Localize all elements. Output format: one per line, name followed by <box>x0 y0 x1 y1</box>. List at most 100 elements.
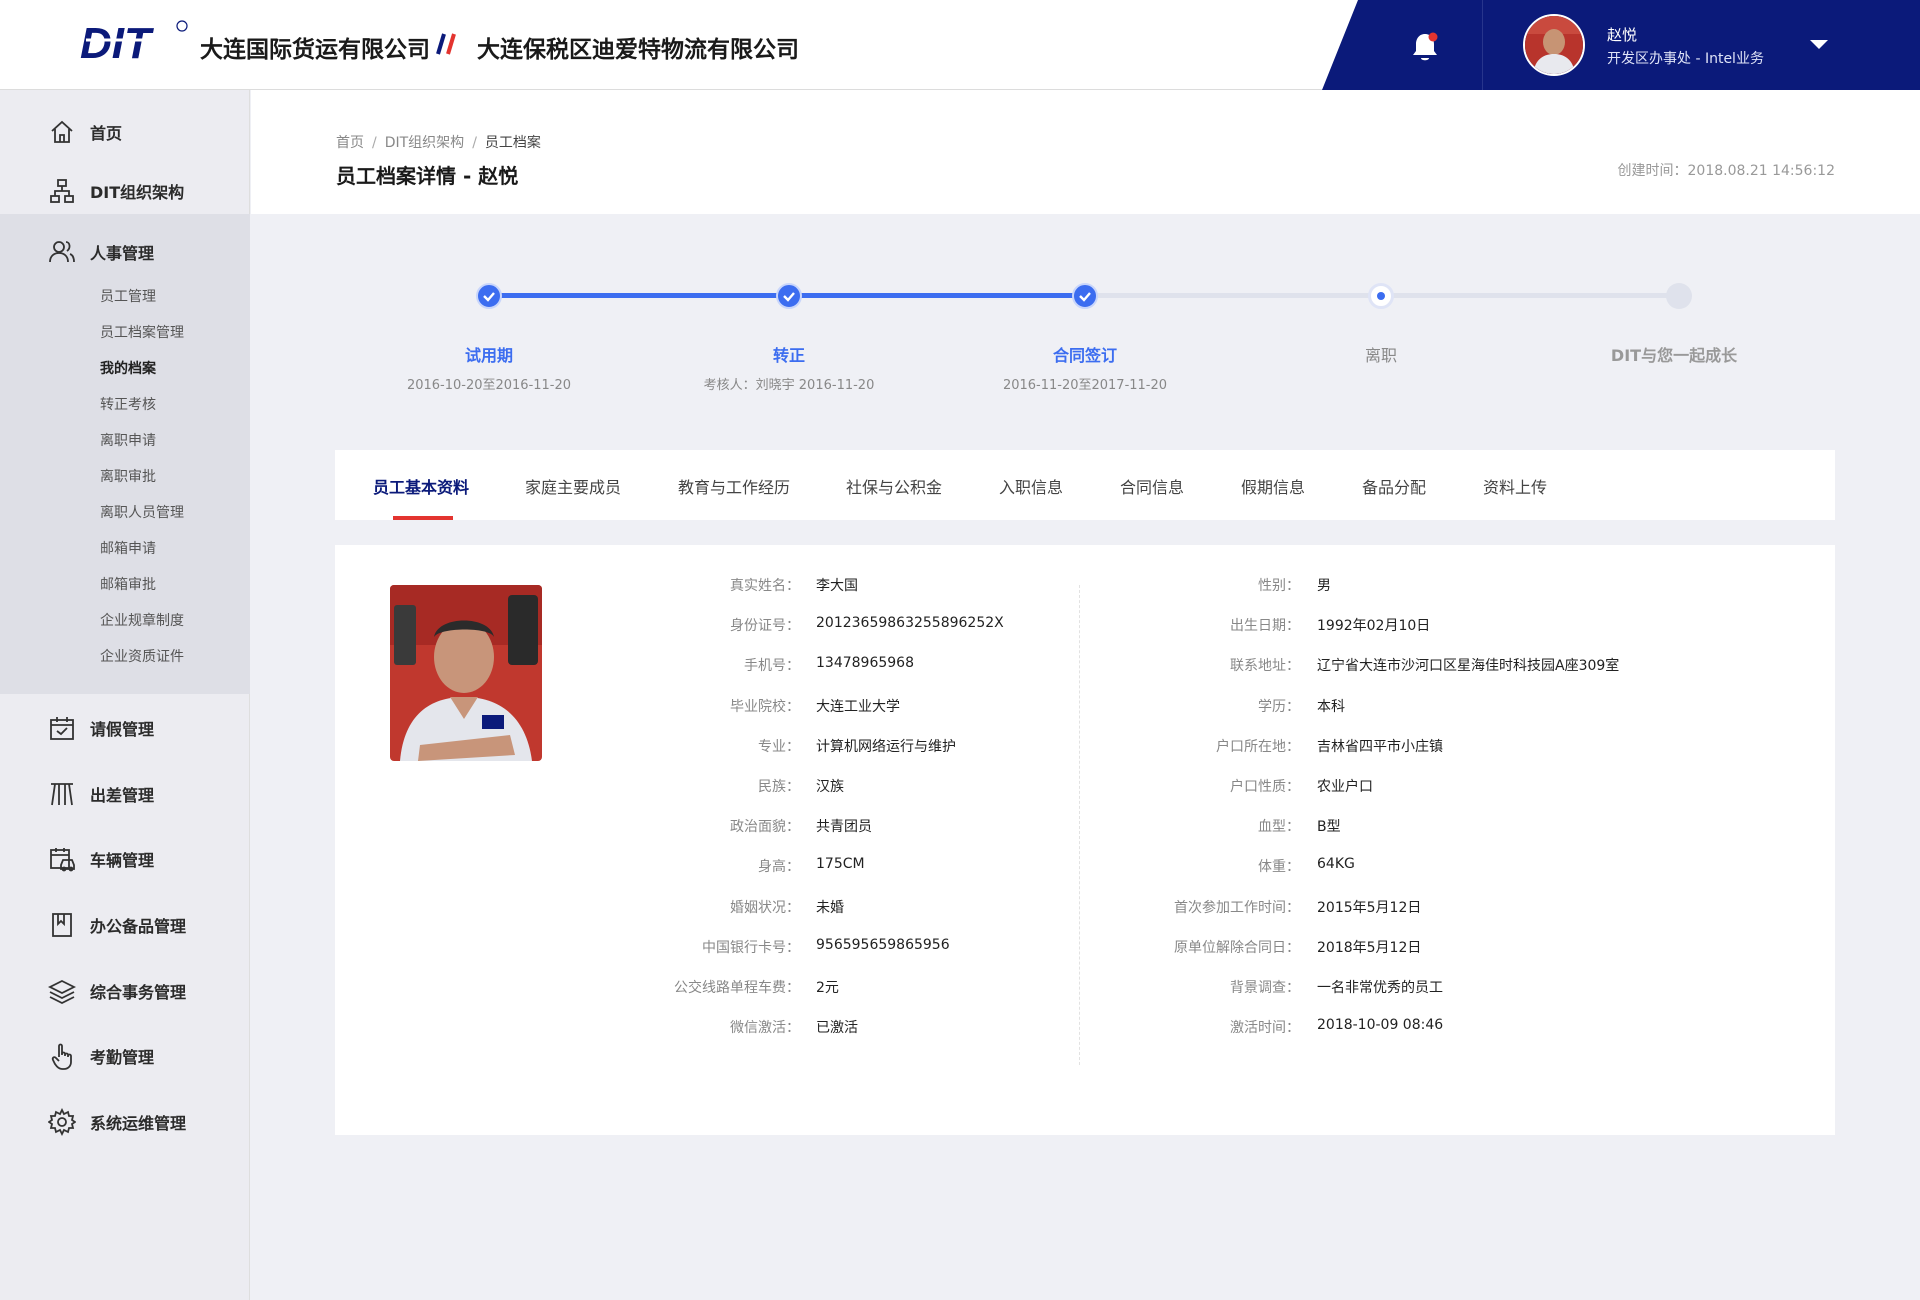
sidebar-item-label: 出差管理 <box>90 786 155 805</box>
step-current-dot <box>1368 283 1394 309</box>
slash-divider-icon <box>436 33 456 55</box>
tab-holiday[interactable]: 假期信息 <box>1241 474 1305 498</box>
field-value: 956595659865956 <box>816 936 950 953</box>
field-label: 身份证号： <box>730 618 800 635</box>
field-label: 体重： <box>1258 859 1300 876</box>
field-value: 计算机网络运行与维护 <box>816 738 956 755</box>
sidebar-item-travel[interactable]: 出差管理 <box>0 766 250 822</box>
field-label: 出生日期： <box>1230 618 1300 635</box>
field-value: 已激活 <box>816 1020 858 1037</box>
profile-card: 真实姓名： 李大国 身份证号： 20123659863255896252X 手机号： 13… <box>335 545 1835 1135</box>
field-value: 一名非常优秀的员工 <box>1317 980 1443 996</box>
field-label: 户口性质： <box>1230 779 1300 795</box>
breadcrumb-org[interactable]: DIT组织架构 <box>385 135 464 151</box>
sidebar-item-office-supplies[interactable]: 办公备品管理 <box>0 897 250 953</box>
step-check-icon <box>1072 283 1098 309</box>
submenu-item-mail-approve[interactable]: 邮箱审批 <box>100 574 156 594</box>
field-label: 真实姓名： <box>730 578 800 594</box>
bell-icon[interactable] <box>1410 30 1440 64</box>
step-subtitle: 考核人：刘晓宇 2016-11-20 <box>703 378 875 393</box>
home-icon <box>51 120 73 143</box>
chevron-down-icon[interactable] <box>1810 40 1828 49</box>
step-todo-dot <box>1666 283 1692 309</box>
page-header: 首页 / DIT组织架构 / 员工档案 员工档案详情 - 赵悦 创建时间：2018.08… <box>251 90 1920 214</box>
field-label: 婚姻状况： <box>730 899 800 916</box>
tab-upload[interactable]: 资料上传 <box>1483 474 1547 498</box>
submenu-item-resign-apply[interactable]: 离职申请 <box>100 430 156 450</box>
sidebar-item-label: 办公备品管理 <box>90 917 187 936</box>
active-tab-indicator <box>393 516 453 520</box>
breadcrumb-current: 员工档案 <box>484 135 541 151</box>
field-label: 激活时间： <box>1230 1020 1300 1037</box>
sidebar-item-hr[interactable]: 人事管理 <box>0 224 250 280</box>
tab-basic-info[interactable]: 员工基本资料 <box>373 474 469 498</box>
field-label: 政治面貌： <box>730 819 800 836</box>
breadcrumb-separator: / <box>372 135 377 151</box>
submenu-item-employee[interactable]: 员工管理 <box>100 286 156 306</box>
tab-family[interactable]: 家庭主要成员 <box>525 474 621 498</box>
sidebar-item-attendance[interactable]: 考勤管理 <box>0 1028 250 1084</box>
field-value: 共青团员 <box>816 819 872 836</box>
submenu-item-certificates[interactable]: 企业资质证件 <box>100 646 184 666</box>
company-name-1: 大连国际货运有限公司 <box>200 37 430 63</box>
field-value: B型 <box>1317 819 1341 836</box>
status-stepper: 试用期 2016-10-20至2016-11-20 转正 考核人：刘晓宇 201… <box>336 276 1836 406</box>
avatar[interactable] <box>1523 14 1585 76</box>
step-title: DIT与您一起成长 <box>1610 346 1738 365</box>
submenu-item-mail-apply[interactable]: 邮箱申请 <box>100 538 156 558</box>
user-name: 赵悦 <box>1607 26 1638 44</box>
submenu-item-my-archive[interactable]: 我的档案 <box>100 358 156 378</box>
field-value: 2018年5月12日 <box>1317 939 1422 956</box>
sidebar-item-general-affairs[interactable]: 综合事务管理 <box>0 963 250 1019</box>
field-value: 20123659863255896252X <box>816 615 1004 632</box>
field-value: 本科 <box>1317 698 1345 715</box>
tab-supplies[interactable]: 备品分配 <box>1362 474 1426 498</box>
submenu-item-archive-manage[interactable]: 员工档案管理 <box>100 322 184 342</box>
field-value: 2015年5月12日 <box>1317 899 1422 916</box>
field-value: 13478965968 <box>816 655 914 672</box>
sidebar-item-label: 首页 <box>90 124 123 143</box>
sidebar-item-label: 人事管理 <box>90 244 155 263</box>
field-label: 身高： <box>758 859 800 876</box>
field-value: 农业户口 <box>1317 779 1373 795</box>
field-label: 首次参加工作时间： <box>1174 899 1300 916</box>
tab-onboarding[interactable]: 入职信息 <box>999 474 1063 498</box>
company-name-2: 大连保税区迪爱特物流有限公司 <box>477 37 799 63</box>
field-value: 2018-10-09 08:46 <box>1317 1017 1444 1034</box>
layers-icon <box>48 979 76 1005</box>
sidebar-item-leave[interactable]: 请假管理 <box>0 700 250 756</box>
tab-bar: 员工基本资料 家庭主要成员 教育与工作经历 社保与公积金 入职信息 合同信息 假… <box>335 450 1835 520</box>
sidebar-item-org[interactable]: DIT组织架构 <box>0 163 250 219</box>
hand-pointer-icon <box>51 1043 72 1070</box>
dit-logo[interactable]: DIT <box>80 18 188 66</box>
submenu-item-resigned-staff[interactable]: 离职人员管理 <box>100 502 184 522</box>
org-chart-icon <box>50 179 74 203</box>
column-divider <box>1079 585 1080 1065</box>
submenu-item-regulations[interactable]: 企业规章制度 <box>100 610 184 630</box>
sidebar-item-vehicle[interactable]: 车辆管理 <box>0 831 250 887</box>
sidebar-item-home[interactable]: 首页 <box>0 104 250 160</box>
field-value: 175CM <box>816 856 865 873</box>
submenu-item-probation-review[interactable]: 转正考核 <box>100 394 156 414</box>
field-value: 大连工业大学 <box>816 698 900 715</box>
step-title: 离职 <box>1364 346 1397 365</box>
tab-education-work[interactable]: 教育与工作经历 <box>678 474 790 498</box>
field-label: 公交线路单程车费： <box>674 980 800 996</box>
field-label: 民族： <box>758 779 800 795</box>
field-value: 64KG <box>1317 856 1355 873</box>
breadcrumb-home[interactable]: 首页 <box>336 135 364 151</box>
field-value: 李大国 <box>816 578 858 594</box>
step-check-icon <box>476 283 502 309</box>
field-label: 学历： <box>1258 698 1300 715</box>
top-header: DIT 大连国际货运有限公司 大连保税区迪爱特物流有限公司 赵悦 开发区办事处 … <box>0 0 1920 90</box>
header-divider <box>1482 0 1483 90</box>
tab-contract[interactable]: 合同信息 <box>1120 474 1184 498</box>
submenu-item-resign-approve[interactable]: 离职审批 <box>100 466 156 486</box>
sidebar-item-label: 请假管理 <box>90 720 155 739</box>
sidebar-item-label: 系统运维管理 <box>90 1114 187 1133</box>
tab-insurance[interactable]: 社保与公积金 <box>846 474 942 498</box>
sidebar-item-sys-ops[interactable]: 系统运维管理 <box>0 1094 250 1150</box>
sidebar-item-label: DIT组织架构 <box>90 183 185 202</box>
sidebar: 首页 DIT组织架构 人事管理 员工管理 员工档案管理 我的档案 转正考核 离职… <box>0 90 250 1300</box>
field-value: 吉林省四平市小庄镇 <box>1317 738 1443 755</box>
